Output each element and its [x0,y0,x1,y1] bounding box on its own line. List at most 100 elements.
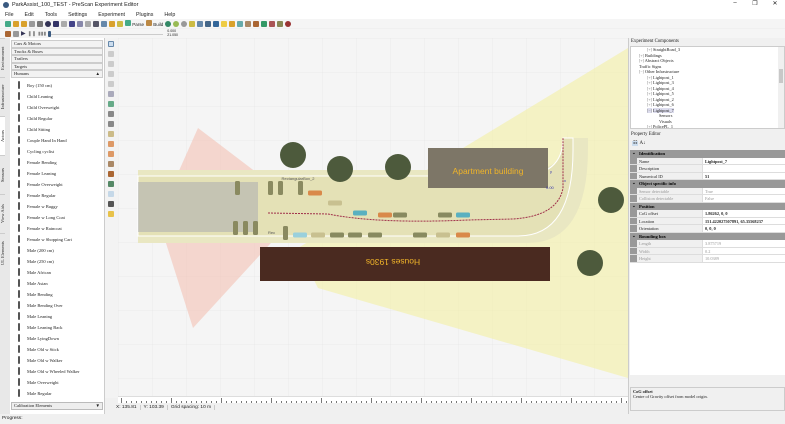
3d-icon[interactable] [261,20,268,27]
actor-item[interactable]: Male (200 cm) [11,245,103,256]
car[interactable] [243,221,248,235]
expand-icon[interactable]: [+] [647,102,652,107]
actor-item[interactable]: Male Leaning [11,311,103,322]
actor-item[interactable]: Male LyingDown [11,333,103,344]
grid-icon[interactable] [101,20,107,27]
actor-item[interactable]: Couple Hand In Hand [11,135,103,146]
car[interactable] [328,200,342,206]
property-row[interactable]: Name Lightpost_7 [630,157,785,165]
car[interactable] [353,210,367,216]
actor-item[interactable]: Male Regular (Male) [11,399,103,400]
paste-icon[interactable] [85,20,91,27]
property-value[interactable]: 0, 0, 0 [703,225,785,232]
tab-environment[interactable]: Environment [0,38,5,77]
road-icon[interactable] [189,20,196,27]
property-row[interactable]: Height 10.0389 [630,255,785,263]
path-icon[interactable] [108,111,114,117]
property-value[interactable]: Lightpost_7 [703,158,785,165]
copy-icon[interactable] [77,20,83,27]
category-trucks-buses[interactable]: Trucks & Buses [11,47,103,55]
car[interactable] [438,212,452,218]
cut-icon[interactable] [69,20,75,27]
tree-tool-icon[interactable] [108,181,114,187]
car[interactable] [253,221,258,235]
pencil-icon[interactable] [117,20,123,27]
actor-item[interactable]: Female w Long Coat [11,212,103,223]
actor-item[interactable]: Male Leaning Back [11,322,103,333]
globe-run-icon[interactable] [173,20,180,27]
car[interactable] [436,232,450,238]
actor-item[interactable]: Child Leaning [11,91,103,102]
menu-settings[interactable]: Settings [63,12,93,18]
select-icon[interactable] [108,41,114,47]
actor-item[interactable]: Female w Buggy [11,201,103,212]
actor-item[interactable]: Male (250 cm) [11,256,103,267]
settings-icon[interactable] [13,30,19,37]
expand-icon[interactable]: [+] [647,86,652,91]
tab-infrastructure[interactable]: Infrastructure [0,77,5,116]
property-group[interactable]: Position [630,202,785,210]
car[interactable] [268,181,273,195]
property-value[interactable]: 51 [703,173,785,180]
tree-node[interactable]: [+] PolicePL_1 [631,124,784,128]
folder-icon[interactable] [229,20,236,27]
zoom-fit-icon[interactable] [108,81,114,87]
tab-sensors[interactable]: Sensors [0,155,5,194]
menu-tools[interactable]: Tools [40,12,63,18]
camera-icon[interactable] [213,20,220,27]
expand-icon[interactable]: [−] [647,107,652,113]
car[interactable] [311,232,325,238]
property-row[interactable]: Collision detectable False [630,195,785,203]
expand-icon[interactable]: [+] [639,53,644,58]
actor-item[interactable]: Male Overweight [11,377,103,388]
measure-icon[interactable] [108,121,114,127]
car[interactable] [456,232,470,238]
play-icon[interactable]: ▶ [21,30,26,37]
menu-experiment[interactable]: Experiment [93,12,131,18]
fast-forward-icon[interactable]: ▮▮▮ [38,31,46,37]
marker-icon[interactable] [108,151,114,157]
property-row[interactable]: Length 3.875719 [630,240,785,248]
expand-icon[interactable]: [+] [647,97,652,102]
close-button[interactable]: ✕ [765,0,785,7]
category-trailers[interactable]: Trailers [11,55,103,63]
property-row[interactable]: Description [630,165,785,173]
car[interactable] [393,212,407,218]
actor-item[interactable]: Child Overweight [11,102,103,113]
actor-item[interactable]: Female w Shopping Cart [11,234,103,245]
help-icon[interactable] [45,20,51,27]
actor-item[interactable]: Female Bending [11,157,103,168]
scene-canvas[interactable]: Apartment building Houses 1930s Rectangu… [118,38,628,396]
move-icon[interactable] [108,91,114,97]
view-icon[interactable] [108,191,114,197]
undo-icon[interactable] [53,20,59,27]
star-icon[interactable] [221,20,228,27]
actor-item[interactable]: Female Overweight [11,179,103,190]
tree[interactable] [577,250,603,276]
expand-icon[interactable]: [+] [639,58,644,63]
car[interactable] [330,232,344,238]
pause-icon[interactable]: ❚❚ [28,31,36,37]
calibration-elements-dropdown[interactable]: Calibration Elements ▼ [11,402,103,410]
trajectory-icon[interactable] [108,101,114,107]
tree-scrollbar[interactable] [778,47,784,128]
car[interactable] [233,221,238,235]
zoom-out-icon[interactable] [108,71,114,77]
property-row[interactable]: Location 151.422027507891, 65.35568237 [630,217,785,225]
pan-icon[interactable] [108,51,114,57]
property-value[interactable] [703,165,785,172]
tab-actors[interactable]: Actors [0,116,5,155]
car-icon[interactable] [269,20,276,27]
actor-item[interactable]: Child Sitting [11,124,103,135]
actor-item[interactable]: Male African [11,267,103,278]
save-as-icon[interactable] [37,20,43,27]
car[interactable] [368,232,382,238]
property-row[interactable]: Width 0.2 [630,247,785,255]
key-icon[interactable] [109,20,115,27]
new-icon[interactable] [5,20,11,27]
property-value[interactable]: 1.86262, 0, 0 [703,210,785,217]
car[interactable] [308,190,322,196]
actor-item[interactable]: Male Old w Walker [11,355,103,366]
actor-item[interactable]: Male Old w Stick [11,344,103,355]
menu-file[interactable]: File [0,12,20,18]
